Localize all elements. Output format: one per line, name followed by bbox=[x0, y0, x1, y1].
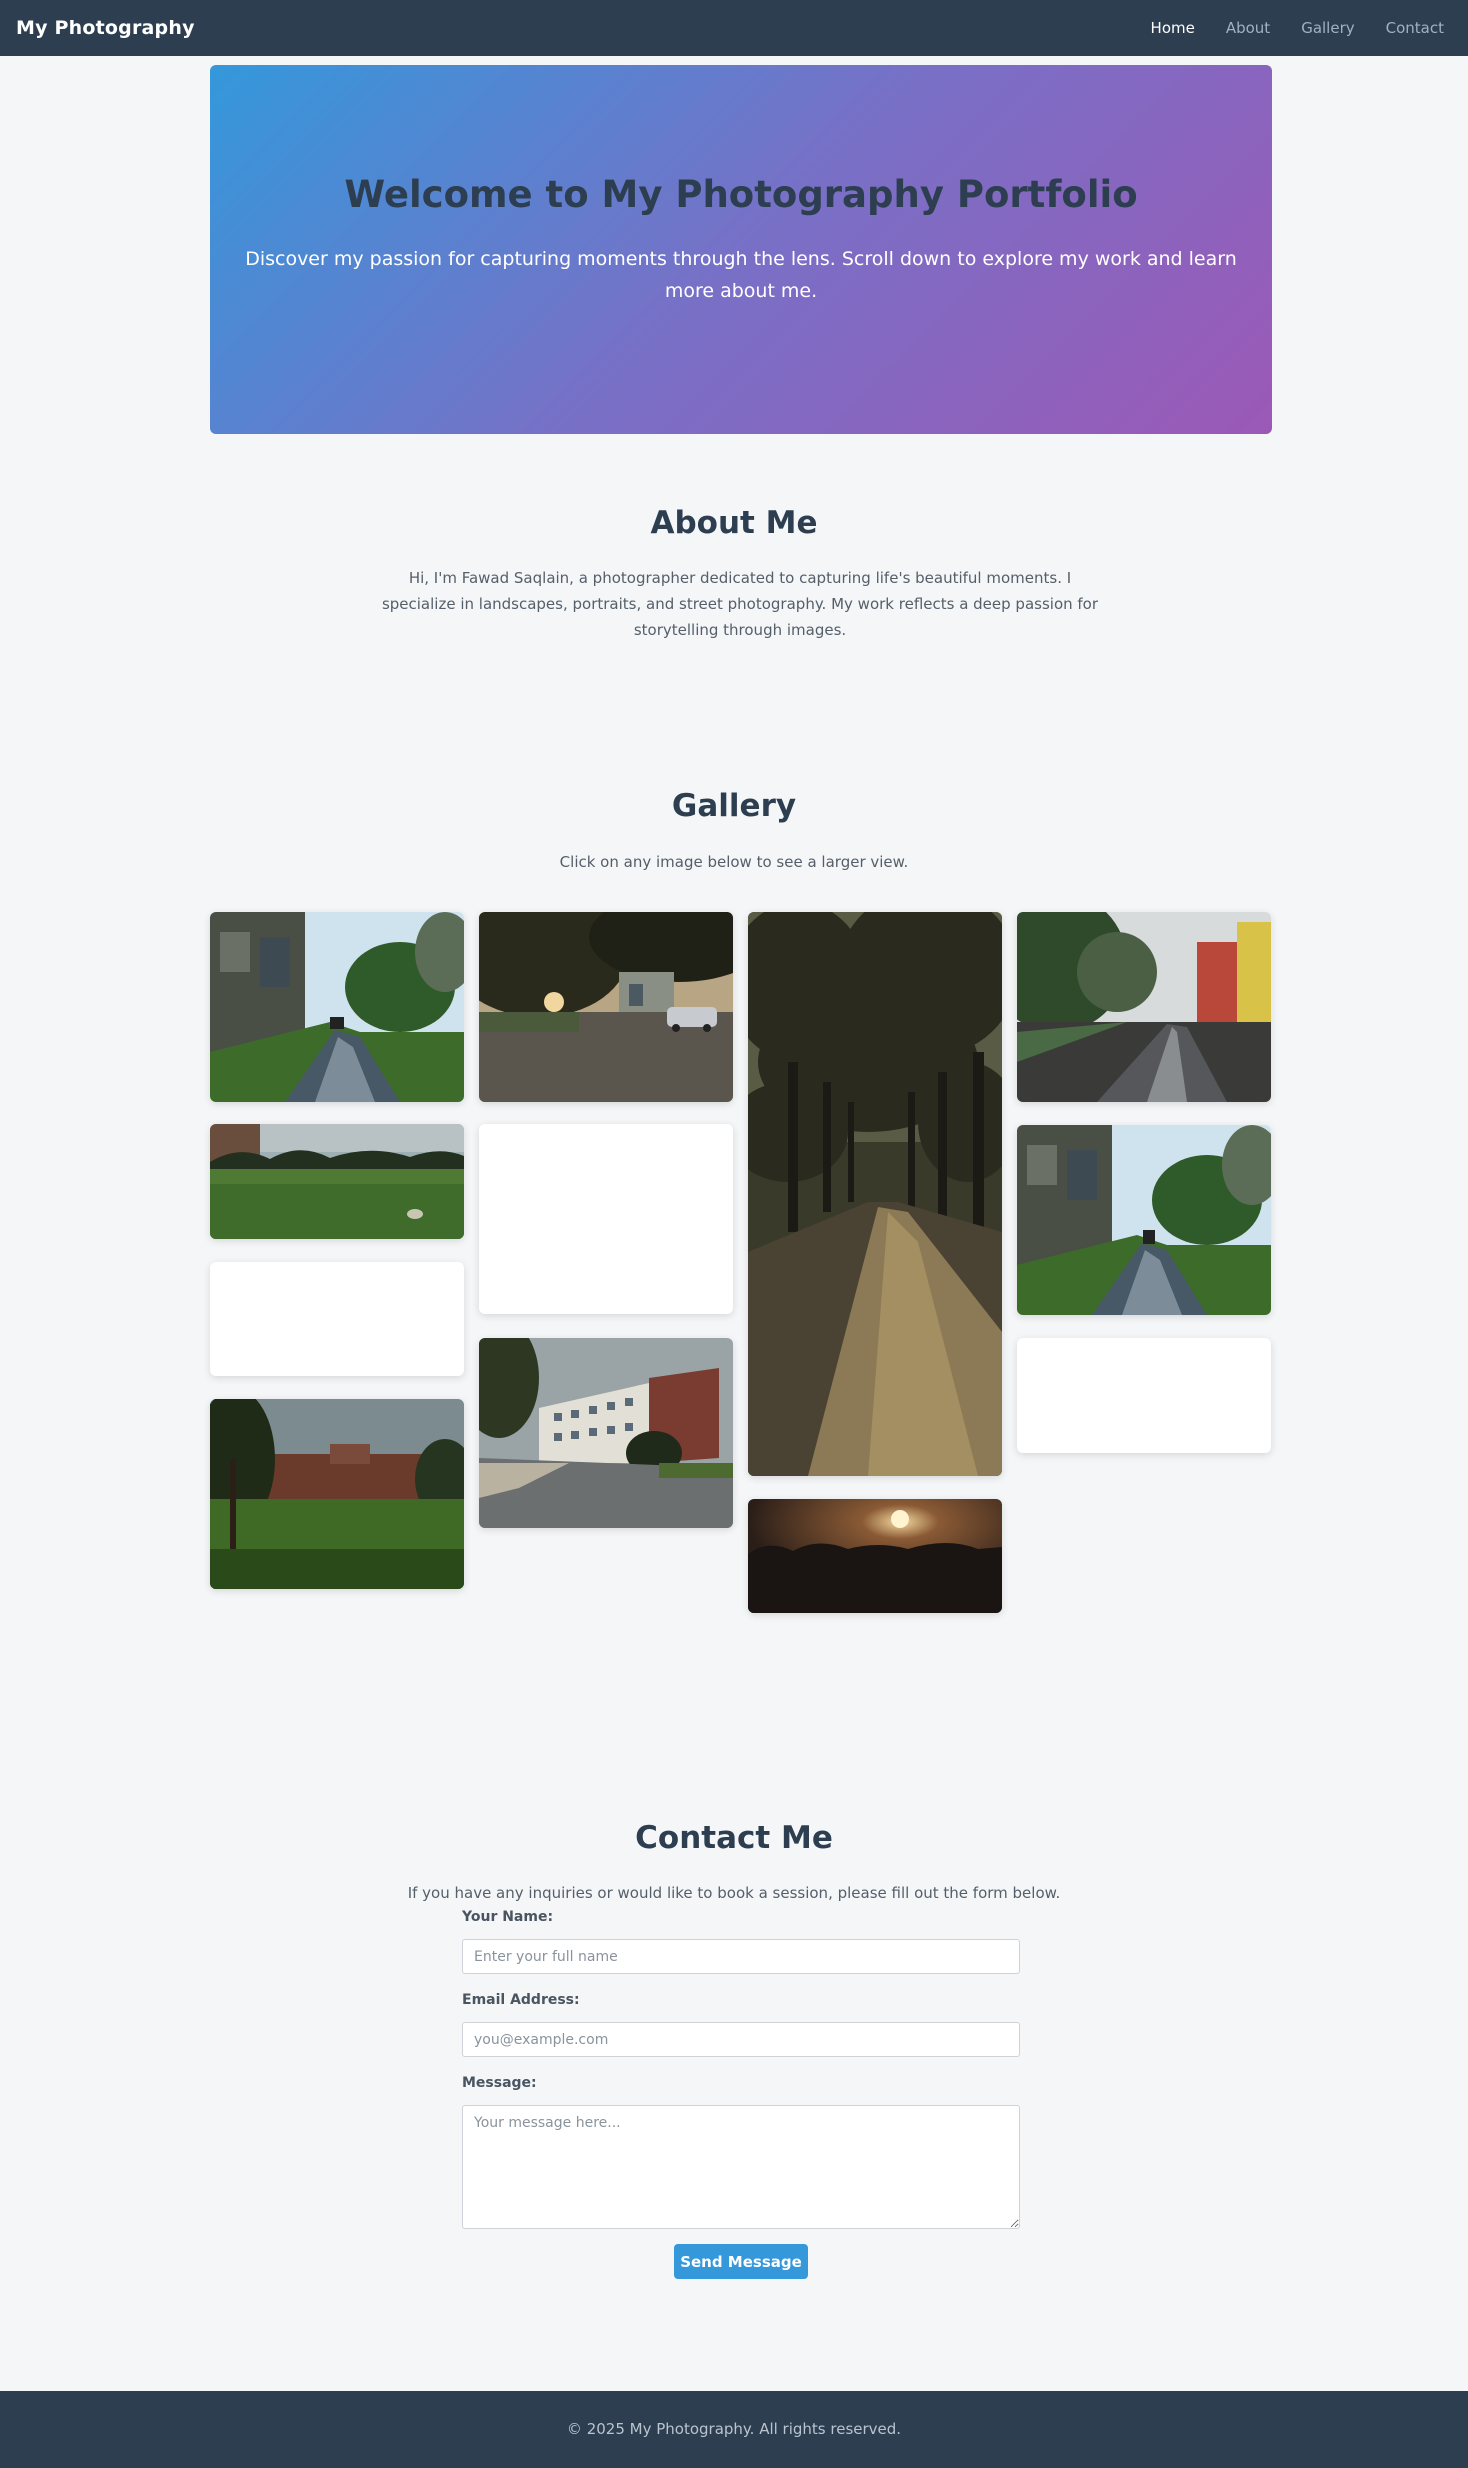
photo-rainy-street bbox=[1017, 912, 1271, 1102]
gallery-image-sunset-courtyard[interactable] bbox=[479, 912, 733, 1102]
gallery-image-placeholder[interactable] bbox=[210, 1262, 464, 1376]
gallery-image-tree-lined-path[interactable] bbox=[748, 912, 1002, 1476]
hero-banner: Welcome to My Photography Portfolio Disc… bbox=[210, 65, 1272, 434]
brand-logo[interactable]: My Photography bbox=[16, 17, 195, 39]
nav-link-about[interactable]: About bbox=[1226, 19, 1270, 37]
gallery-image-placeholder[interactable] bbox=[1017, 1338, 1271, 1453]
photo-wet-road bbox=[210, 912, 464, 1102]
send-message-button[interactable]: Send Message bbox=[674, 2244, 808, 2279]
nav-links: Home About Gallery Contact bbox=[1151, 19, 1452, 37]
nav-link-home[interactable]: Home bbox=[1151, 19, 1195, 37]
message-field[interactable] bbox=[462, 2105, 1020, 2229]
gallery-image-brick-building[interactable] bbox=[210, 1399, 464, 1589]
contact-title: Contact Me bbox=[635, 1820, 833, 1856]
footer: © 2025 My Photography. All rights reserv… bbox=[0, 2391, 1468, 2468]
footer-copyright: © 2025 My Photography. All rights reserv… bbox=[566, 2420, 902, 2438]
email-label: Email Address: bbox=[462, 1992, 580, 2008]
name-label: Your Name: bbox=[462, 1909, 554, 1925]
photo-college-building bbox=[479, 1338, 733, 1528]
gallery-title: Gallery bbox=[671, 788, 797, 824]
email-field[interactable] bbox=[462, 2022, 1020, 2057]
about-text: Hi, I'm Fawad Saqlain, a photographer de… bbox=[381, 569, 1099, 639]
photo-sunset bbox=[748, 1499, 1002, 1613]
gallery-image-sunset-silhouette[interactable] bbox=[748, 1499, 1002, 1613]
nav-link-contact[interactable]: Contact bbox=[1386, 19, 1444, 37]
gallery-image-green-field[interactable] bbox=[210, 1124, 464, 1239]
name-field[interactable] bbox=[462, 1939, 1020, 1974]
nav-link-gallery[interactable]: Gallery bbox=[1301, 19, 1354, 37]
gallery-subtitle: Click on any image below to see a larger… bbox=[559, 853, 909, 871]
gallery-image-placeholder[interactable] bbox=[479, 1124, 733, 1314]
navbar: My Photography Home About Gallery Contac… bbox=[0, 0, 1468, 56]
photo-tree-path bbox=[748, 912, 1002, 1476]
gallery-image-wet-village-road[interactable] bbox=[1017, 1125, 1271, 1315]
gallery-image-wet-village-road[interactable] bbox=[210, 912, 464, 1102]
hero-subtitle: Discover my passion for capturing moment… bbox=[245, 248, 1237, 302]
gallery-image-college-building[interactable] bbox=[479, 1338, 733, 1528]
about-title: About Me bbox=[650, 505, 818, 541]
photo-green-field bbox=[210, 1124, 464, 1239]
message-label: Message: bbox=[462, 2075, 537, 2091]
hero-title: Welcome to My Photography Portfolio bbox=[344, 173, 1138, 216]
gallery-image-rainy-street[interactable] bbox=[1017, 912, 1271, 1102]
contact-subtitle: If you have any inquiries or would like … bbox=[407, 1884, 1061, 1902]
photo-brick-building bbox=[210, 1399, 464, 1589]
photo-courtyard-car bbox=[479, 912, 733, 1102]
photo-wet-road-2 bbox=[1017, 1125, 1271, 1315]
